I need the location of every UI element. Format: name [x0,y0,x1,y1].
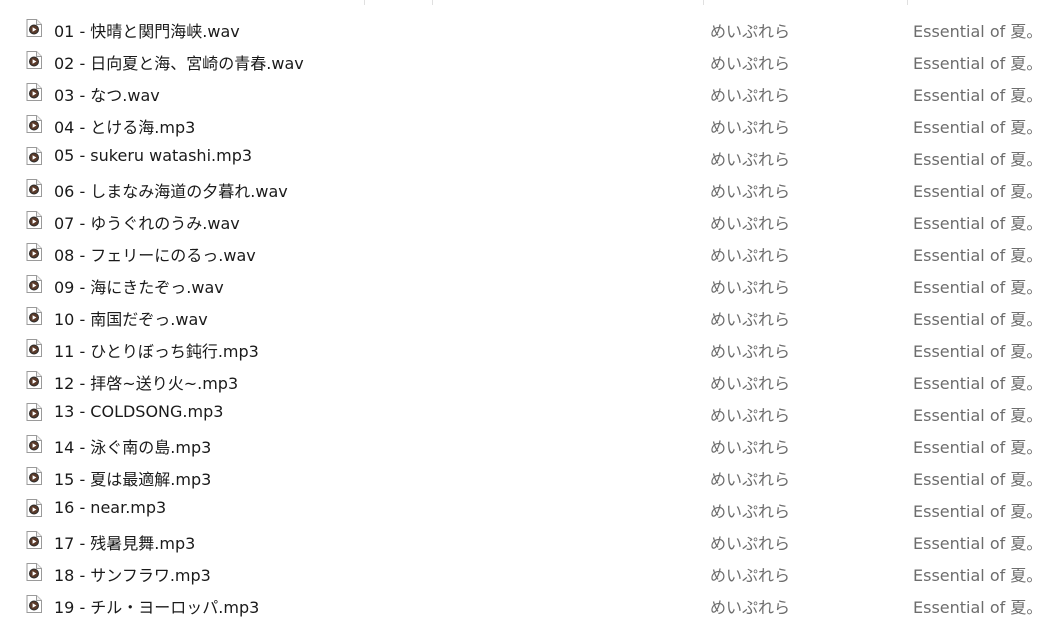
file-album: Essential of 夏。 [913,54,1043,73]
audio-file-icon [26,179,42,197]
file-row[interactable]: 14 - 泳ぐ南の島.mp3 めいぷれら Essential of 夏。 [0,428,1061,460]
file-name[interactable]: 17 - 残暑見舞.mp3 [54,530,195,554]
file-row[interactable]: 19 - チル・ヨーロッパ.mp3 めいぷれら Essential of 夏。 [0,588,1061,620]
file-name[interactable]: 13 - COLDSONG.mp3 [54,402,223,421]
column-divider[interactable] [703,0,704,5]
file-album: Essential of 夏。 [913,86,1043,105]
file-album: Essential of 夏。 [913,438,1043,457]
file-album: Essential of 夏。 [913,374,1043,393]
file-album: Essential of 夏。 [913,342,1043,361]
file-row[interactable]: 18 - サンフラワ.mp3 めいぷれら Essential of 夏。 [0,556,1061,588]
file-artist: めいぷれら [710,566,791,585]
file-artist: めいぷれら [710,374,791,393]
file-name[interactable]: 18 - サンフラワ.mp3 [54,562,211,586]
file-name[interactable]: 15 - 夏は最適解.mp3 [54,466,211,490]
audio-file-icon [26,563,42,581]
audio-file-icon [26,243,42,261]
file-artist: めいぷれら [710,182,791,201]
file-album: Essential of 夏。 [913,118,1043,137]
audio-file-icon [26,371,42,389]
file-row[interactable]: 04 - とける海.mp3 めいぷれら Essential of 夏。 [0,108,1061,140]
file-name[interactable]: 09 - 海にきたぞっ.wav [54,274,224,298]
file-name[interactable]: 03 - なつ.wav [54,82,160,106]
file-row[interactable]: 05 - sukeru watashi.mp3 めいぷれら Essential … [0,140,1061,172]
column-divider[interactable] [432,0,433,5]
file-row[interactable]: 03 - なつ.wav めいぷれら Essential of 夏。 [0,76,1061,108]
file-album: Essential of 夏。 [913,470,1043,489]
file-album: Essential of 夏。 [913,406,1043,425]
file-name[interactable]: 08 - フェリーにのるっ.wav [54,242,256,266]
audio-file-icon [26,307,42,325]
file-name[interactable]: 07 - ゆうぐれのうみ.wav [54,210,240,234]
file-row[interactable]: 07 - ゆうぐれのうみ.wav めいぷれら Essential of 夏。 [0,204,1061,236]
audio-file-icon [26,499,42,517]
file-row[interactable]: 08 - フェリーにのるっ.wav めいぷれら Essential of 夏。 [0,236,1061,268]
file-artist: めいぷれら [710,406,791,425]
file-album: Essential of 夏。 [913,214,1043,233]
file-row[interactable]: 12 - 拝啓~送り火~.mp3 めいぷれら Essential of 夏。 [0,364,1061,396]
file-artist: めいぷれら [710,246,791,265]
audio-file-icon [26,51,42,69]
file-artist: めいぷれら [710,534,791,553]
file-row[interactable]: 11 - ひとりぼっち鈍行.mp3 めいぷれら Essential of 夏。 [0,332,1061,364]
file-album: Essential of 夏。 [913,566,1043,585]
file-artist: めいぷれら [710,150,791,169]
file-row[interactable]: 09 - 海にきたぞっ.wav めいぷれら Essential of 夏。 [0,268,1061,300]
file-artist: めいぷれら [710,214,791,233]
file-name[interactable]: 10 - 南国だぞっ.wav [54,306,208,330]
file-name[interactable]: 19 - チル・ヨーロッパ.mp3 [54,594,259,618]
file-name[interactable]: 05 - sukeru watashi.mp3 [54,146,252,165]
file-row[interactable]: 06 - しまなみ海道の夕暮れ.wav めいぷれら Essential of 夏… [0,172,1061,204]
file-artist: めいぷれら [710,470,791,489]
file-artist: めいぷれら [710,310,791,329]
file-album: Essential of 夏。 [913,182,1043,201]
file-row[interactable]: 16 - near.mp3 めいぷれら Essential of 夏。 [0,492,1061,524]
file-name[interactable]: 12 - 拝啓~送り火~.mp3 [54,370,238,394]
audio-file-icon [26,595,42,613]
file-row[interactable]: 02 - 日向夏と海、宮崎の青春.wav めいぷれら Essential of … [0,44,1061,76]
column-divider[interactable] [364,0,365,5]
file-name[interactable]: 11 - ひとりぼっち鈍行.mp3 [54,338,259,362]
file-artist: めいぷれら [710,54,791,73]
file-artist: めいぷれら [710,438,791,457]
file-album: Essential of 夏。 [913,22,1043,41]
file-artist: めいぷれら [710,22,791,41]
file-artist: めいぷれら [710,342,791,361]
audio-file-icon [26,435,42,453]
file-name[interactable]: 04 - とける海.mp3 [54,114,195,138]
audio-file-icon [26,531,42,549]
file-album: Essential of 夏。 [913,534,1043,553]
file-artist: めいぷれら [710,598,791,617]
column-divider[interactable] [907,0,908,5]
audio-file-icon [26,339,42,357]
audio-file-icon [26,275,42,293]
file-name[interactable]: 14 - 泳ぐ南の島.mp3 [54,434,211,458]
file-row[interactable]: 15 - 夏は最適解.mp3 めいぷれら Essential of 夏。 [0,460,1061,492]
file-row[interactable]: 13 - COLDSONG.mp3 めいぷれら Essential of 夏。 [0,396,1061,428]
file-album: Essential of 夏。 [913,278,1043,297]
file-artist: めいぷれら [710,86,791,105]
audio-file-icon [26,83,42,101]
audio-file-icon [26,211,42,229]
audio-file-icon [26,147,42,165]
file-name[interactable]: 02 - 日向夏と海、宮崎の青春.wav [54,50,304,74]
audio-file-icon [26,115,42,133]
file-row[interactable]: 17 - 残暑見舞.mp3 めいぷれら Essential of 夏。 [0,524,1061,556]
file-row[interactable]: 10 - 南国だぞっ.wav めいぷれら Essential of 夏。 [0,300,1061,332]
file-album: Essential of 夏。 [913,310,1043,329]
file-artist: めいぷれら [710,118,791,137]
audio-file-icon [26,19,42,37]
file-name[interactable]: 16 - near.mp3 [54,498,166,517]
audio-file-icon [26,467,42,485]
file-album: Essential of 夏。 [913,246,1043,265]
file-album: Essential of 夏。 [913,502,1043,521]
file-album: Essential of 夏。 [913,150,1043,169]
file-name[interactable]: 01 - 快晴と関門海峡.wav [54,18,240,42]
file-name[interactable]: 06 - しまなみ海道の夕暮れ.wav [54,178,288,202]
audio-file-icon [26,403,42,421]
file-artist: めいぷれら [710,502,791,521]
file-album: Essential of 夏。 [913,598,1043,617]
file-row[interactable]: 01 - 快晴と関門海峡.wav めいぷれら Essential of 夏。 [0,12,1061,44]
file-artist: めいぷれら [710,278,791,297]
